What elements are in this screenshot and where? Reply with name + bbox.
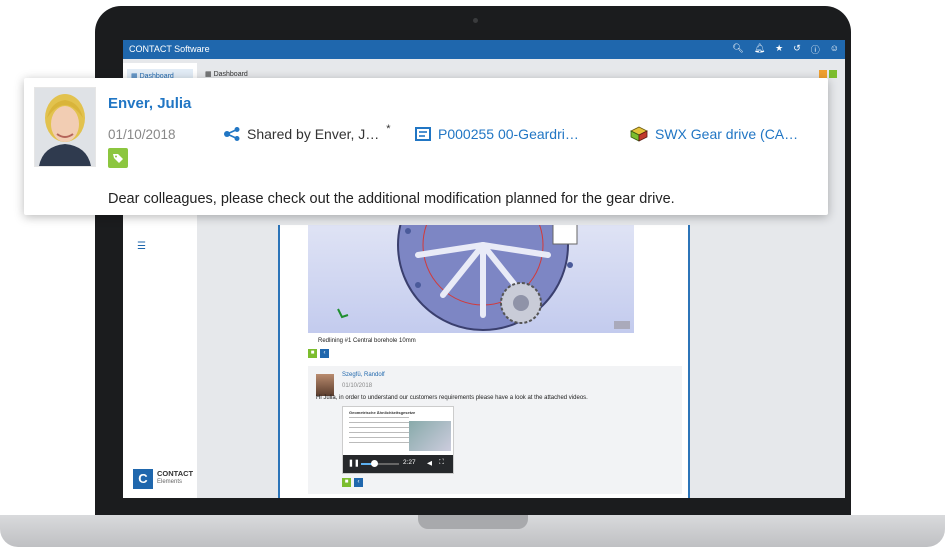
shared-by[interactable]: Shared by Enver, J… *: [224, 123, 391, 142]
comment-button[interactable]: ■: [308, 349, 317, 358]
history-icon[interactable]: ↺: [793, 43, 801, 56]
bell-icon[interactable]: 🔔︎: [754, 43, 765, 56]
cad-part-icon: [630, 126, 648, 142]
contact-elements-logo: C CONTACT Elements: [133, 467, 195, 491]
video-slide-image: [409, 421, 451, 451]
logo-name: CONTACT: [157, 469, 194, 478]
part-link-label: SWX Gear drive (CA…: [655, 126, 799, 142]
video-title: Geometrische Ähnlichkeitsgesetze: [349, 410, 416, 415]
laptop-notch: [418, 515, 528, 529]
top-bar-icons: 🔍︎ 🔔︎ ★ ↺ ⓘ ☺: [732, 43, 839, 56]
info-icon[interactable]: ⓘ: [811, 43, 820, 56]
document-link[interactable]: P000255 00-Geardri…: [415, 126, 579, 142]
share-icon: [224, 127, 240, 141]
video-controls: ❚❚ 2:27 ◀ ⛶: [343, 455, 453, 473]
share-button[interactable]: ‹: [354, 478, 363, 487]
video-time: 2:27: [403, 459, 416, 466]
part-link[interactable]: SWX Gear drive (CA…: [630, 126, 798, 142]
activity-stream: Redlining #1 Central borehole 10mm ■ ‹ S…: [278, 225, 690, 498]
top-bar: CONTACT Software 🔍︎ 🔔︎ ★ ↺ ⓘ ☺: [123, 40, 845, 59]
fullscreen-icon[interactable]: ⛶: [439, 459, 444, 467]
post-actions: ■ ‹: [308, 349, 329, 358]
stream-border-left: [278, 225, 280, 498]
logo-subtitle: Elements: [157, 479, 183, 485]
post-caption: Redlining #1 Central borehole 10mm: [318, 338, 416, 344]
reply-actions: ■ ‹: [342, 478, 363, 487]
reply-post: Szegfü, Randolf 01/10/2018 Hi Julia, in …: [308, 366, 682, 494]
stream-border-right: [688, 225, 690, 498]
video-seek-handle[interactable]: [370, 460, 378, 467]
reply-date: 01/10/2018: [342, 383, 373, 389]
dashboard-title: ▦ Dashboard: [205, 70, 248, 78]
author-photo: [35, 88, 95, 166]
reply-author[interactable]: Szegfü, Randolf: [342, 372, 385, 378]
dashboard-title-label: Dashboard: [213, 71, 248, 78]
star-icon[interactable]: ★: [775, 43, 783, 56]
list-icon[interactable]: ☰: [137, 241, 146, 252]
video-player[interactable]: Geometrische Ähnlichkeitsgesetze ❚❚ 2:27…: [342, 406, 454, 474]
activity-card-popup: Enver, Julia 01/10/2018 Shared by Enver,…: [24, 78, 828, 215]
shared-by-label: Shared by Enver, J…: [247, 126, 380, 142]
user-icon[interactable]: ☺: [830, 43, 839, 56]
search-icon[interactable]: 🔍︎: [732, 43, 743, 56]
post-message: Dear colleagues, please check out the ad…: [108, 191, 675, 207]
reply-text: Hi Julia, in order to understand our cus…: [316, 395, 588, 401]
post-date: 01/10/2018: [108, 127, 176, 142]
app-title: CONTACT Software: [129, 44, 210, 54]
video-slide-text: [349, 417, 409, 447]
share-button[interactable]: ‹: [320, 349, 329, 358]
laptop-base: [0, 515, 945, 547]
settings-button[interactable]: [819, 70, 827, 78]
gear-drive-render: [337, 225, 630, 331]
shared-marker: *: [386, 123, 391, 135]
pause-icon[interactable]: ❚❚: [348, 459, 360, 467]
add-widget-button[interactable]: [829, 70, 837, 78]
post-author[interactable]: Enver, Julia: [108, 95, 191, 112]
tag-button[interactable]: [108, 148, 128, 168]
cad-redline-image[interactable]: [308, 225, 634, 333]
avatar: [34, 87, 96, 167]
dashboard-actions: [819, 70, 837, 78]
logo-mark: C: [133, 469, 153, 489]
dashboard-icon: ▦: [205, 71, 214, 78]
document-icon: [415, 127, 431, 141]
document-link-label: P000255 00-Geardri…: [438, 126, 579, 142]
comment-button[interactable]: ■: [342, 478, 351, 487]
video-seek-bar[interactable]: [361, 460, 399, 467]
tag-icon: [113, 154, 123, 163]
volume-icon[interactable]: ◀: [427, 459, 432, 467]
camera-dot: [473, 18, 478, 23]
avatar: [316, 374, 334, 396]
